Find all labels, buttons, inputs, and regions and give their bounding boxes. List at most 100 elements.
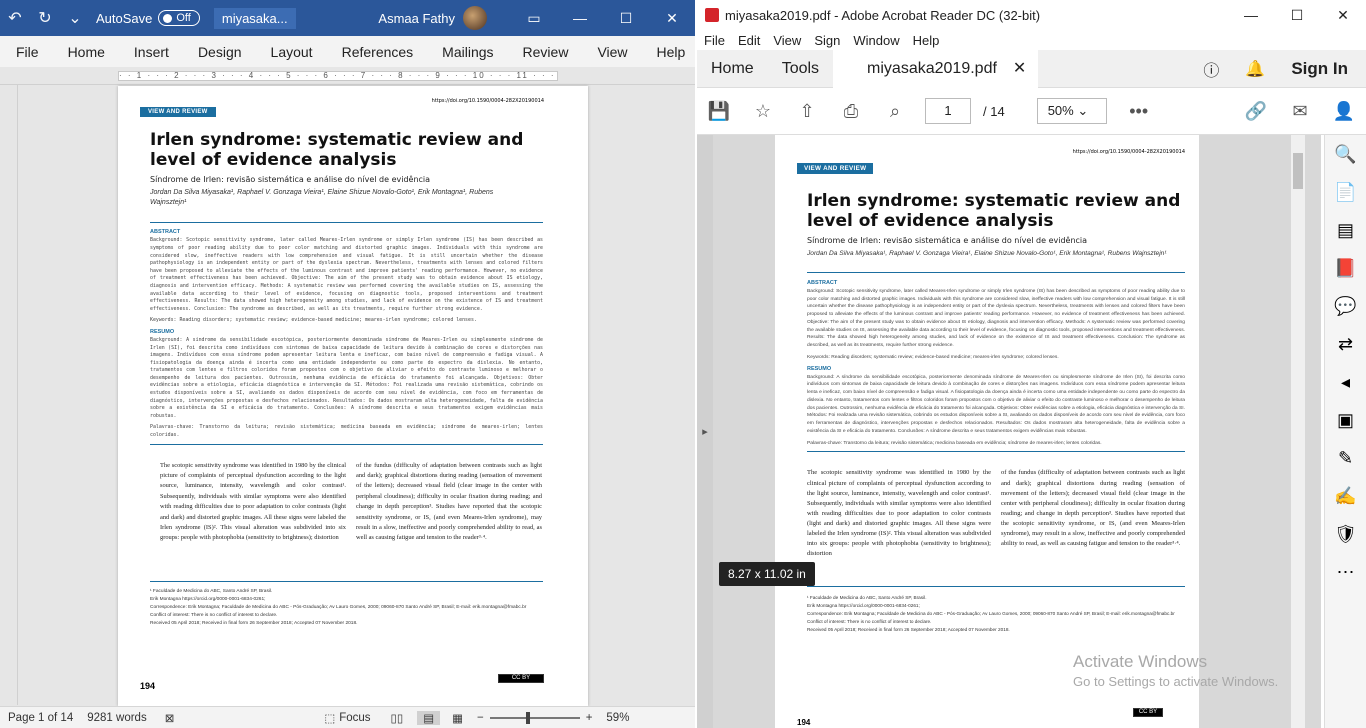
autosave-toggle[interactable]: Off	[158, 10, 200, 26]
zoom-select[interactable]: 50% ⌄	[1036, 98, 1107, 124]
bookmark-star-icon[interactable]: ☆	[741, 101, 785, 122]
create-pdf-icon[interactable]: 📕	[1325, 249, 1366, 287]
focus-icon[interactable]: ⬚	[324, 711, 335, 725]
page-count[interactable]: Page 1 of 14	[8, 712, 73, 724]
sign-in-button[interactable]: Sign In	[1291, 59, 1348, 79]
acrobat-window: miyasaka2019.pdf - Adobe Acrobat Reader …	[697, 0, 1366, 728]
close-tab-icon[interactable]: ✕	[1013, 50, 1026, 88]
menu-window[interactable]: Window	[853, 33, 899, 48]
footnote-dates: Received 05 April 2018; Received in fina…	[807, 627, 1010, 633]
web-layout-icon[interactable]: ▦	[452, 711, 463, 725]
more-tools-icon[interactable]: •••	[1117, 101, 1161, 122]
pdf-viewport[interactable]: VIEW AND REVIEW https://doi.org/10.1590/…	[697, 135, 1321, 728]
print-layout-icon[interactable]: ▤	[417, 710, 441, 725]
add-user-icon[interactable]: 👤	[1322, 101, 1366, 122]
zoom-search-icon[interactable]: ⌕	[873, 101, 917, 122]
word-count[interactable]: 9281 words	[87, 712, 146, 724]
zoom-slider[interactable]	[489, 711, 580, 724]
article-authors: Jordan Da Silva Miyasaka¹, Raphael V. Go…	[150, 189, 494, 207]
menu-file[interactable]: File	[704, 33, 725, 48]
keywords: Keywords: Reading disorders; systematic …	[807, 354, 1059, 360]
save-icon[interactable]: 💾	[697, 101, 741, 122]
menu-layout[interactable]: Layout	[255, 44, 326, 60]
menu-insert[interactable]: Insert	[118, 44, 182, 60]
focus-label[interactable]: Focus	[339, 712, 370, 724]
zoom-slider-thumb[interactable]	[525, 711, 530, 724]
zoom-level[interactable]: 59%	[606, 712, 629, 724]
help-icon[interactable]: ⓘ	[1203, 57, 1219, 81]
share-link-icon[interactable]: 🔗	[1234, 101, 1278, 122]
resumo-text: Background: A síndrome da sensibilidade …	[150, 336, 543, 419]
more-icon[interactable]: ⋯	[1325, 553, 1366, 591]
fill-sign-icon[interactable]: ✍	[1325, 477, 1366, 515]
horizontal-ruler[interactable]: · · 1 · · · 2 · · · 3 · · · 4 · · · 5 · …	[0, 67, 695, 85]
pdf-page[interactable]: VIEW AND REVIEW https://doi.org/10.1590/…	[775, 135, 1199, 728]
menu-view[interactable]: View	[581, 44, 640, 60]
menu-references[interactable]: References	[326, 44, 427, 60]
minimize-icon[interactable]: —	[557, 10, 603, 27]
notifications-icon[interactable]: 🔔	[1245, 59, 1265, 79]
search-zoom-icon[interactable]: 🔍	[1325, 135, 1366, 173]
divider	[150, 580, 543, 582]
menu-review[interactable]: Review	[507, 44, 582, 60]
resumo-text: Background: A síndrome da sensibilidade …	[807, 374, 1185, 434]
close-icon[interactable]: ✕	[1320, 7, 1366, 24]
vertical-ruler[interactable]	[0, 85, 18, 705]
scan-icon[interactable]: ▣	[1325, 401, 1366, 439]
organize-pages-icon[interactable]: ▤	[1325, 211, 1366, 249]
tab-home[interactable]: Home	[697, 60, 768, 78]
watermark-line2: Go to Settings to activate Windows.	[1073, 674, 1279, 689]
scrollbar-thumb[interactable]	[1293, 153, 1303, 189]
protect-icon[interactable]: 🛡	[1325, 515, 1366, 553]
page-number-input[interactable]: 1	[925, 98, 971, 124]
undo-icon[interactable]: ↶	[0, 8, 30, 28]
footnote-orcid[interactable]: Erik Montagna https://orcid.org/0000-000…	[150, 596, 543, 604]
divider	[150, 443, 543, 445]
user-name[interactable]: Asmaa Fathy	[378, 11, 455, 26]
proofing-icon[interactable]: ⊠	[165, 711, 175, 725]
tab-tools[interactable]: Tools	[768, 60, 833, 78]
pdf-scrollbar[interactable]	[1291, 135, 1305, 728]
menu-mailings[interactable]: Mailings	[426, 44, 506, 60]
close-icon[interactable]: ✕	[649, 10, 695, 27]
maximize-icon[interactable]: ☐	[1274, 7, 1320, 24]
upload-icon[interactable]: ⇧	[785, 101, 829, 122]
menu-sign[interactable]: Sign	[814, 33, 840, 48]
doi-link[interactable]: https://doi.org/10.1590/0004-282X2019001…	[1073, 149, 1185, 155]
print-icon[interactable]: ⎙	[829, 101, 873, 122]
acrobat-menu-bar: File Edit View Sign Window Help	[697, 30, 1366, 50]
word-document-page[interactable]: VIEW AND REVIEW https://doi.org/10.1590/…	[118, 86, 588, 706]
menu-file[interactable]: File	[0, 44, 52, 60]
edit-pdf-icon[interactable]: ✎	[1325, 439, 1366, 477]
divider	[807, 586, 1185, 588]
menu-help[interactable]: Help	[913, 33, 940, 48]
minimize-icon[interactable]: —	[1228, 7, 1274, 24]
doi-link[interactable]: https://doi.org/10.1590/0004-282X2019001…	[432, 98, 544, 104]
autosave[interactable]: AutoSave Off	[96, 10, 200, 26]
menu-design[interactable]: Design	[182, 44, 255, 60]
email-icon[interactable]: ✉	[1278, 101, 1322, 122]
document-name[interactable]: miyasaka...	[213, 7, 296, 29]
abstract-heading: ABSTRACT	[150, 229, 181, 236]
menu-help[interactable]: Help	[641, 44, 695, 60]
collapse-right-pane-icon[interactable]: ◂	[1325, 363, 1366, 401]
redo-icon[interactable]: ↻	[30, 8, 60, 28]
zoom-in-icon[interactable]: +	[586, 712, 593, 724]
menu-home[interactable]: Home	[52, 44, 118, 60]
avatar[interactable]	[463, 6, 487, 30]
collapse-left-pane-icon[interactable]: ▸	[697, 135, 713, 728]
export-pdf-icon[interactable]: 📄	[1325, 173, 1366, 211]
tab-document[interactable]: miyasaka2019.pdf ✕	[833, 49, 1039, 88]
menu-view[interactable]: View	[773, 33, 801, 48]
abstract-heading: ABSTRACT	[807, 279, 838, 286]
footnote-orcid[interactable]: Erik Montagna https://orcid.org/0000-000…	[807, 602, 1185, 610]
ribbon-display-icon[interactable]: ▭	[511, 10, 557, 27]
comment-icon[interactable]: 💬	[1325, 287, 1366, 325]
combine-files-icon[interactable]: ⇄	[1325, 325, 1366, 363]
menu-edit[interactable]: Edit	[738, 33, 760, 48]
customize-icon[interactable]: ⌄	[60, 8, 90, 28]
zoom-out-icon[interactable]: −	[477, 712, 484, 724]
abstract-text: Background: Scotopic sensitivity syndrom…	[150, 237, 543, 312]
maximize-icon[interactable]: ☐	[603, 10, 649, 27]
read-mode-icon[interactable]: ▯▯	[391, 711, 404, 725]
